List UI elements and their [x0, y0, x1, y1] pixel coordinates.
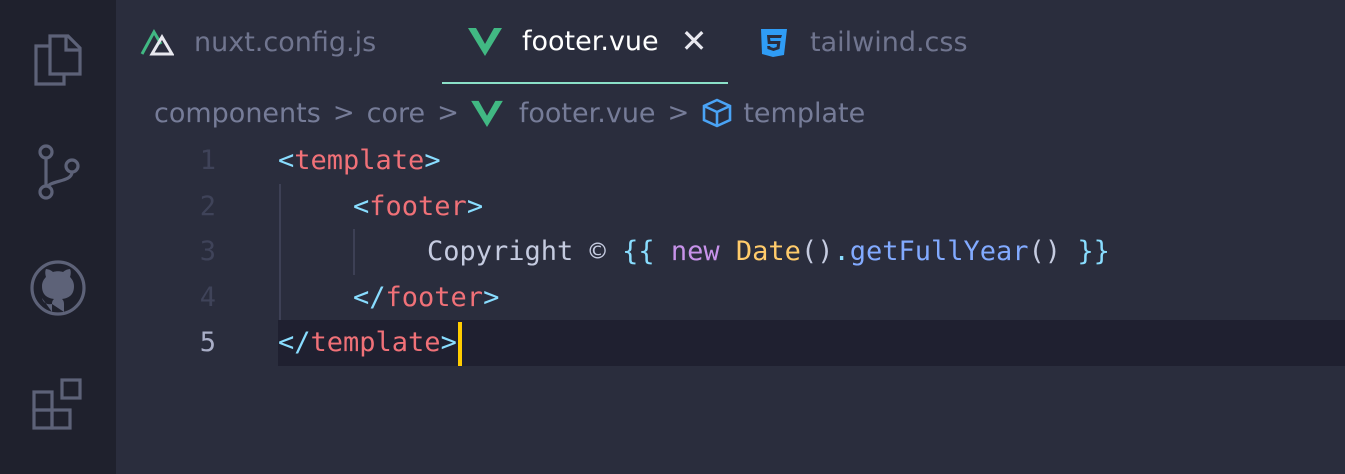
indent-guide: [279, 274, 281, 320]
breadcrumb-item-components[interactable]: components: [154, 98, 321, 129]
breadcrumb-item-core[interactable]: core: [367, 98, 425, 129]
code-line: 1 <template>: [116, 138, 1345, 184]
breadcrumb-separator: >: [437, 98, 459, 128]
code-content: <template>: [278, 145, 441, 176]
github-icon[interactable]: [26, 256, 90, 320]
breadcrumb-item-symbol[interactable]: template: [743, 98, 865, 129]
indent-guide: [279, 183, 281, 229]
breadcrumb-separator: >: [667, 98, 690, 128]
tab-bar: nuxt.config.js footer.vue ✕ tailwind.css: [116, 0, 1345, 86]
tab-label: nuxt.config.js: [194, 26, 377, 58]
line-number: 4: [199, 281, 216, 313]
code-line: 4 </footer>: [116, 274, 1345, 320]
code-line: 3 Copyright © {{ new Date().getFullYear(…: [116, 229, 1345, 275]
symbol-cube-icon: [701, 98, 733, 128]
code-content: Copyright © {{ new Date().getFullYear() …: [427, 236, 1110, 267]
text-cursor: [457, 321, 462, 366]
indent-guide: [353, 229, 355, 275]
line-number: 5: [199, 327, 216, 358]
code-content: </template>: [278, 320, 462, 366]
line-number: 1: [199, 145, 216, 176]
code-content: </footer>: [353, 281, 500, 313]
code-line-current: 5 </template>: [200, 320, 1345, 366]
indent-guide: [279, 229, 281, 275]
breadcrumb-separator: >: [332, 98, 355, 128]
line-number: 3: [199, 236, 216, 267]
extensions-icon[interactable]: [26, 372, 90, 436]
code-content: <footer>: [353, 190, 484, 222]
vue-icon: [471, 99, 503, 127]
line-number: 2: [199, 190, 216, 222]
source-control-icon[interactable]: [26, 140, 90, 204]
css-icon: [756, 27, 790, 57]
editor-area: nuxt.config.js footer.vue ✕ tailwind.css…: [116, 0, 1345, 474]
tab-label: tailwind.css: [810, 26, 968, 58]
activity-bar: [0, 0, 116, 474]
vue-icon: [468, 26, 502, 56]
nuxt-icon: [140, 27, 174, 57]
breadcrumb: components > core > footer.vue > templat…: [154, 92, 865, 134]
tab-tailwind-css[interactable]: tailwind.css: [756, 0, 1056, 84]
close-icon[interactable]: ✕: [681, 22, 708, 60]
files-icon[interactable]: [26, 28, 90, 92]
code-editor[interactable]: 1 <template> 2 <footer> 3 Copyright © {{…: [116, 138, 1345, 366]
tab-label: footer.vue: [522, 25, 659, 57]
breadcrumb-item-file[interactable]: footer.vue: [519, 98, 656, 129]
tab-nuxt-config[interactable]: nuxt.config.js: [140, 0, 442, 84]
tab-footer-vue[interactable]: footer.vue ✕: [442, 0, 728, 84]
code-line: 2 <footer>: [116, 183, 1345, 229]
